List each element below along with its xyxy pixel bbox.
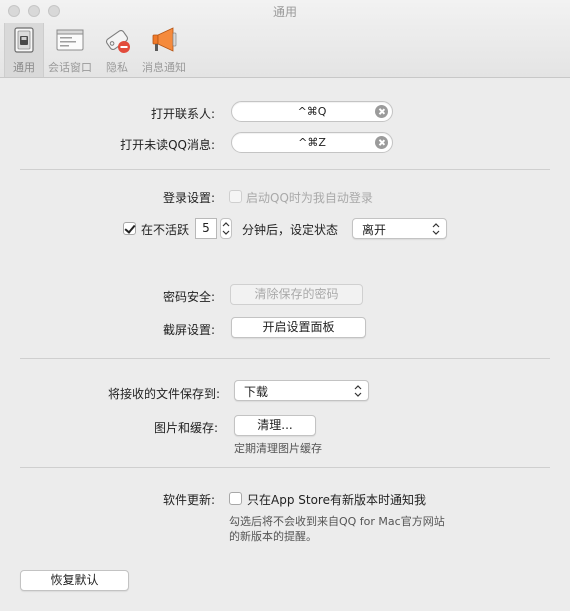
status-select[interactable]: 离开 xyxy=(352,218,447,239)
tab-notifications[interactable]: 消息通知 xyxy=(138,23,190,77)
save-location-select[interactable]: 下载 xyxy=(234,380,369,401)
auto-login-checkbox[interactable] xyxy=(229,190,242,203)
window-title: 通用 xyxy=(272,5,297,19)
update-note-line2: 的新版本的提醒。 xyxy=(229,530,317,543)
tab-privacy[interactable]: 隐私 xyxy=(98,23,136,77)
clear-shortcut-icon[interactable] xyxy=(375,105,388,118)
tab-general-label: 通用 xyxy=(13,61,35,74)
update-note-line1: 勾选后将不会收到来自QQ for Mac官方网站 xyxy=(229,515,445,528)
images-cache-label: 图片和缓存: xyxy=(153,421,218,435)
save-location-value: 下载 xyxy=(244,385,269,399)
screenshot-settings-label: 截屏设置: xyxy=(162,323,215,337)
open-unread-label: 打开未读QQ消息: xyxy=(120,138,215,152)
clear-shortcut-icon[interactable] xyxy=(375,136,388,149)
separator xyxy=(20,169,550,170)
software-update-label: 软件更新: xyxy=(162,493,215,507)
restore-defaults-button[interactable]: 恢复默认 xyxy=(20,570,129,591)
preferences-window: 通用 通用 会话窗口 隐私 消息通知 打开联系人: ^⌘Q 打开未读QQ消息: … xyxy=(0,0,570,611)
tab-notifications-label: 消息通知 xyxy=(142,61,186,74)
open-unread-shortcut-value: ^⌘Z xyxy=(298,136,326,149)
open-settings-panel-button[interactable]: 开启设置面板 xyxy=(231,317,366,338)
login-settings-label: 登录设置: xyxy=(162,191,215,205)
chat-window-icon xyxy=(56,29,84,51)
inactive-text: 在不活跃 xyxy=(141,223,190,237)
chevron-updown-icon xyxy=(432,223,440,235)
app-store-update-text: 只在App Store有新版本时通知我 xyxy=(247,493,426,507)
app-store-update-checkbox[interactable] xyxy=(229,492,242,505)
password-security-label: 密码安全: xyxy=(162,290,215,304)
tab-general[interactable]: 通用 xyxy=(4,23,44,77)
stepper-arrows-icon xyxy=(222,222,230,235)
inactive-status-checkbox[interactable] xyxy=(123,222,136,235)
megaphone-icon xyxy=(152,27,177,52)
switch-icon xyxy=(14,27,34,53)
save-files-label: 将接收的文件保存到: xyxy=(107,387,220,401)
inactive-minutes-field[interactable]: 5 xyxy=(195,218,217,239)
chevron-updown-icon xyxy=(354,385,362,397)
separator xyxy=(20,467,550,468)
tab-privacy-label: 隐私 xyxy=(106,61,128,74)
open-contacts-shortcut-field[interactable]: ^⌘Q xyxy=(231,101,393,122)
open-unread-shortcut-field[interactable]: ^⌘Z xyxy=(231,132,393,153)
privacy-tag-icon xyxy=(105,29,130,53)
open-contacts-shortcut-value: ^⌘Q xyxy=(297,105,327,118)
titlebar: 通用 通用 会话窗口 隐私 消息通知 xyxy=(0,0,570,78)
clear-saved-password-button[interactable]: 清除保存的密码 xyxy=(230,284,363,305)
open-contacts-label: 打开联系人: xyxy=(150,107,215,121)
separator xyxy=(20,358,550,359)
auto-login-text: 启动QQ时为我自动登录 xyxy=(246,191,373,205)
inactive-minutes-stepper[interactable] xyxy=(220,218,232,239)
inactive-minutes-value: 5 xyxy=(202,221,210,235)
after-minutes-text: 分钟后，设定状态 xyxy=(242,223,339,237)
status-select-value: 离开 xyxy=(362,223,387,237)
tab-chat-window[interactable]: 会话窗口 xyxy=(44,23,96,77)
tab-chat-window-label: 会话窗口 xyxy=(48,61,92,74)
clean-cache-note: 定期清理图片缓存 xyxy=(234,442,322,455)
clean-cache-button[interactable]: 清理... xyxy=(234,415,316,436)
